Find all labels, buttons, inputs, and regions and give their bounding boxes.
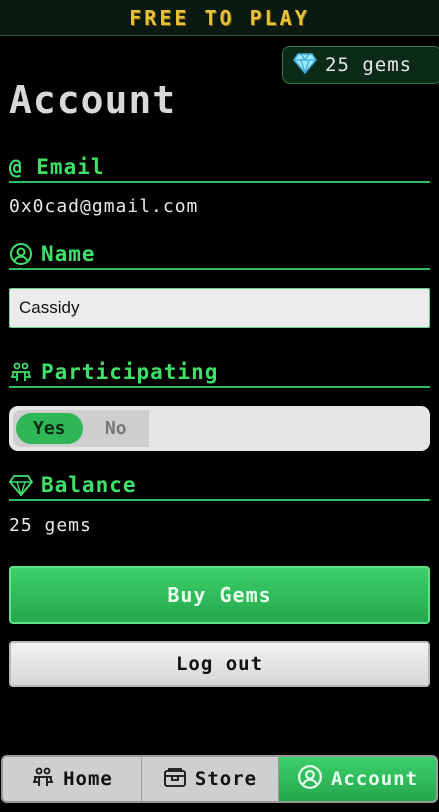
- nav-account-label: Account: [330, 768, 419, 790]
- participating-section-header: Participating: [9, 358, 430, 388]
- participating-label: Participating: [41, 360, 219, 384]
- balance-label: Balance: [41, 473, 137, 497]
- gems-count: 25 gems: [325, 54, 413, 76]
- bottom-nav: Home Store Account: [1, 755, 438, 803]
- nav-store-label: Store: [194, 768, 258, 790]
- page-title: Account: [9, 78, 177, 122]
- top-bar: FREE TO PLAY: [0, 0, 439, 36]
- toggle-no-option[interactable]: No: [83, 413, 150, 444]
- email-section-header: @ Email: [9, 153, 430, 183]
- participants-icon: [9, 360, 33, 384]
- user-circle-icon: [9, 242, 33, 266]
- name-section-header: Name: [9, 240, 430, 270]
- chest-icon: [163, 766, 187, 793]
- gem-icon: [293, 52, 317, 78]
- toggle-track: Yes No: [13, 410, 149, 447]
- participants-icon: [31, 765, 55, 794]
- app-title: FREE TO PLAY: [129, 5, 310, 30]
- email-label: @ Email: [9, 155, 105, 179]
- nav-account[interactable]: Account: [279, 757, 436, 801]
- name-label: Name: [41, 242, 96, 266]
- toggle-yes-option[interactable]: Yes: [16, 413, 83, 444]
- buy-gems-button[interactable]: Buy Gems: [9, 566, 430, 624]
- name-input[interactable]: [9, 288, 430, 328]
- balance-value: 25 gems: [9, 515, 92, 536]
- user-circle-icon: [297, 764, 323, 795]
- balance-section-header: Balance: [9, 471, 430, 501]
- logout-button[interactable]: Log out: [9, 641, 430, 687]
- gem-icon: [9, 474, 33, 496]
- gems-badge[interactable]: 25 gems: [282, 46, 439, 84]
- nav-home-label: Home: [63, 768, 113, 790]
- nav-store[interactable]: Store: [142, 757, 279, 801]
- participating-toggle[interactable]: Yes No: [9, 406, 430, 451]
- email-value: 0x0cad@gmail.com: [9, 196, 199, 217]
- nav-home[interactable]: Home: [3, 757, 142, 801]
